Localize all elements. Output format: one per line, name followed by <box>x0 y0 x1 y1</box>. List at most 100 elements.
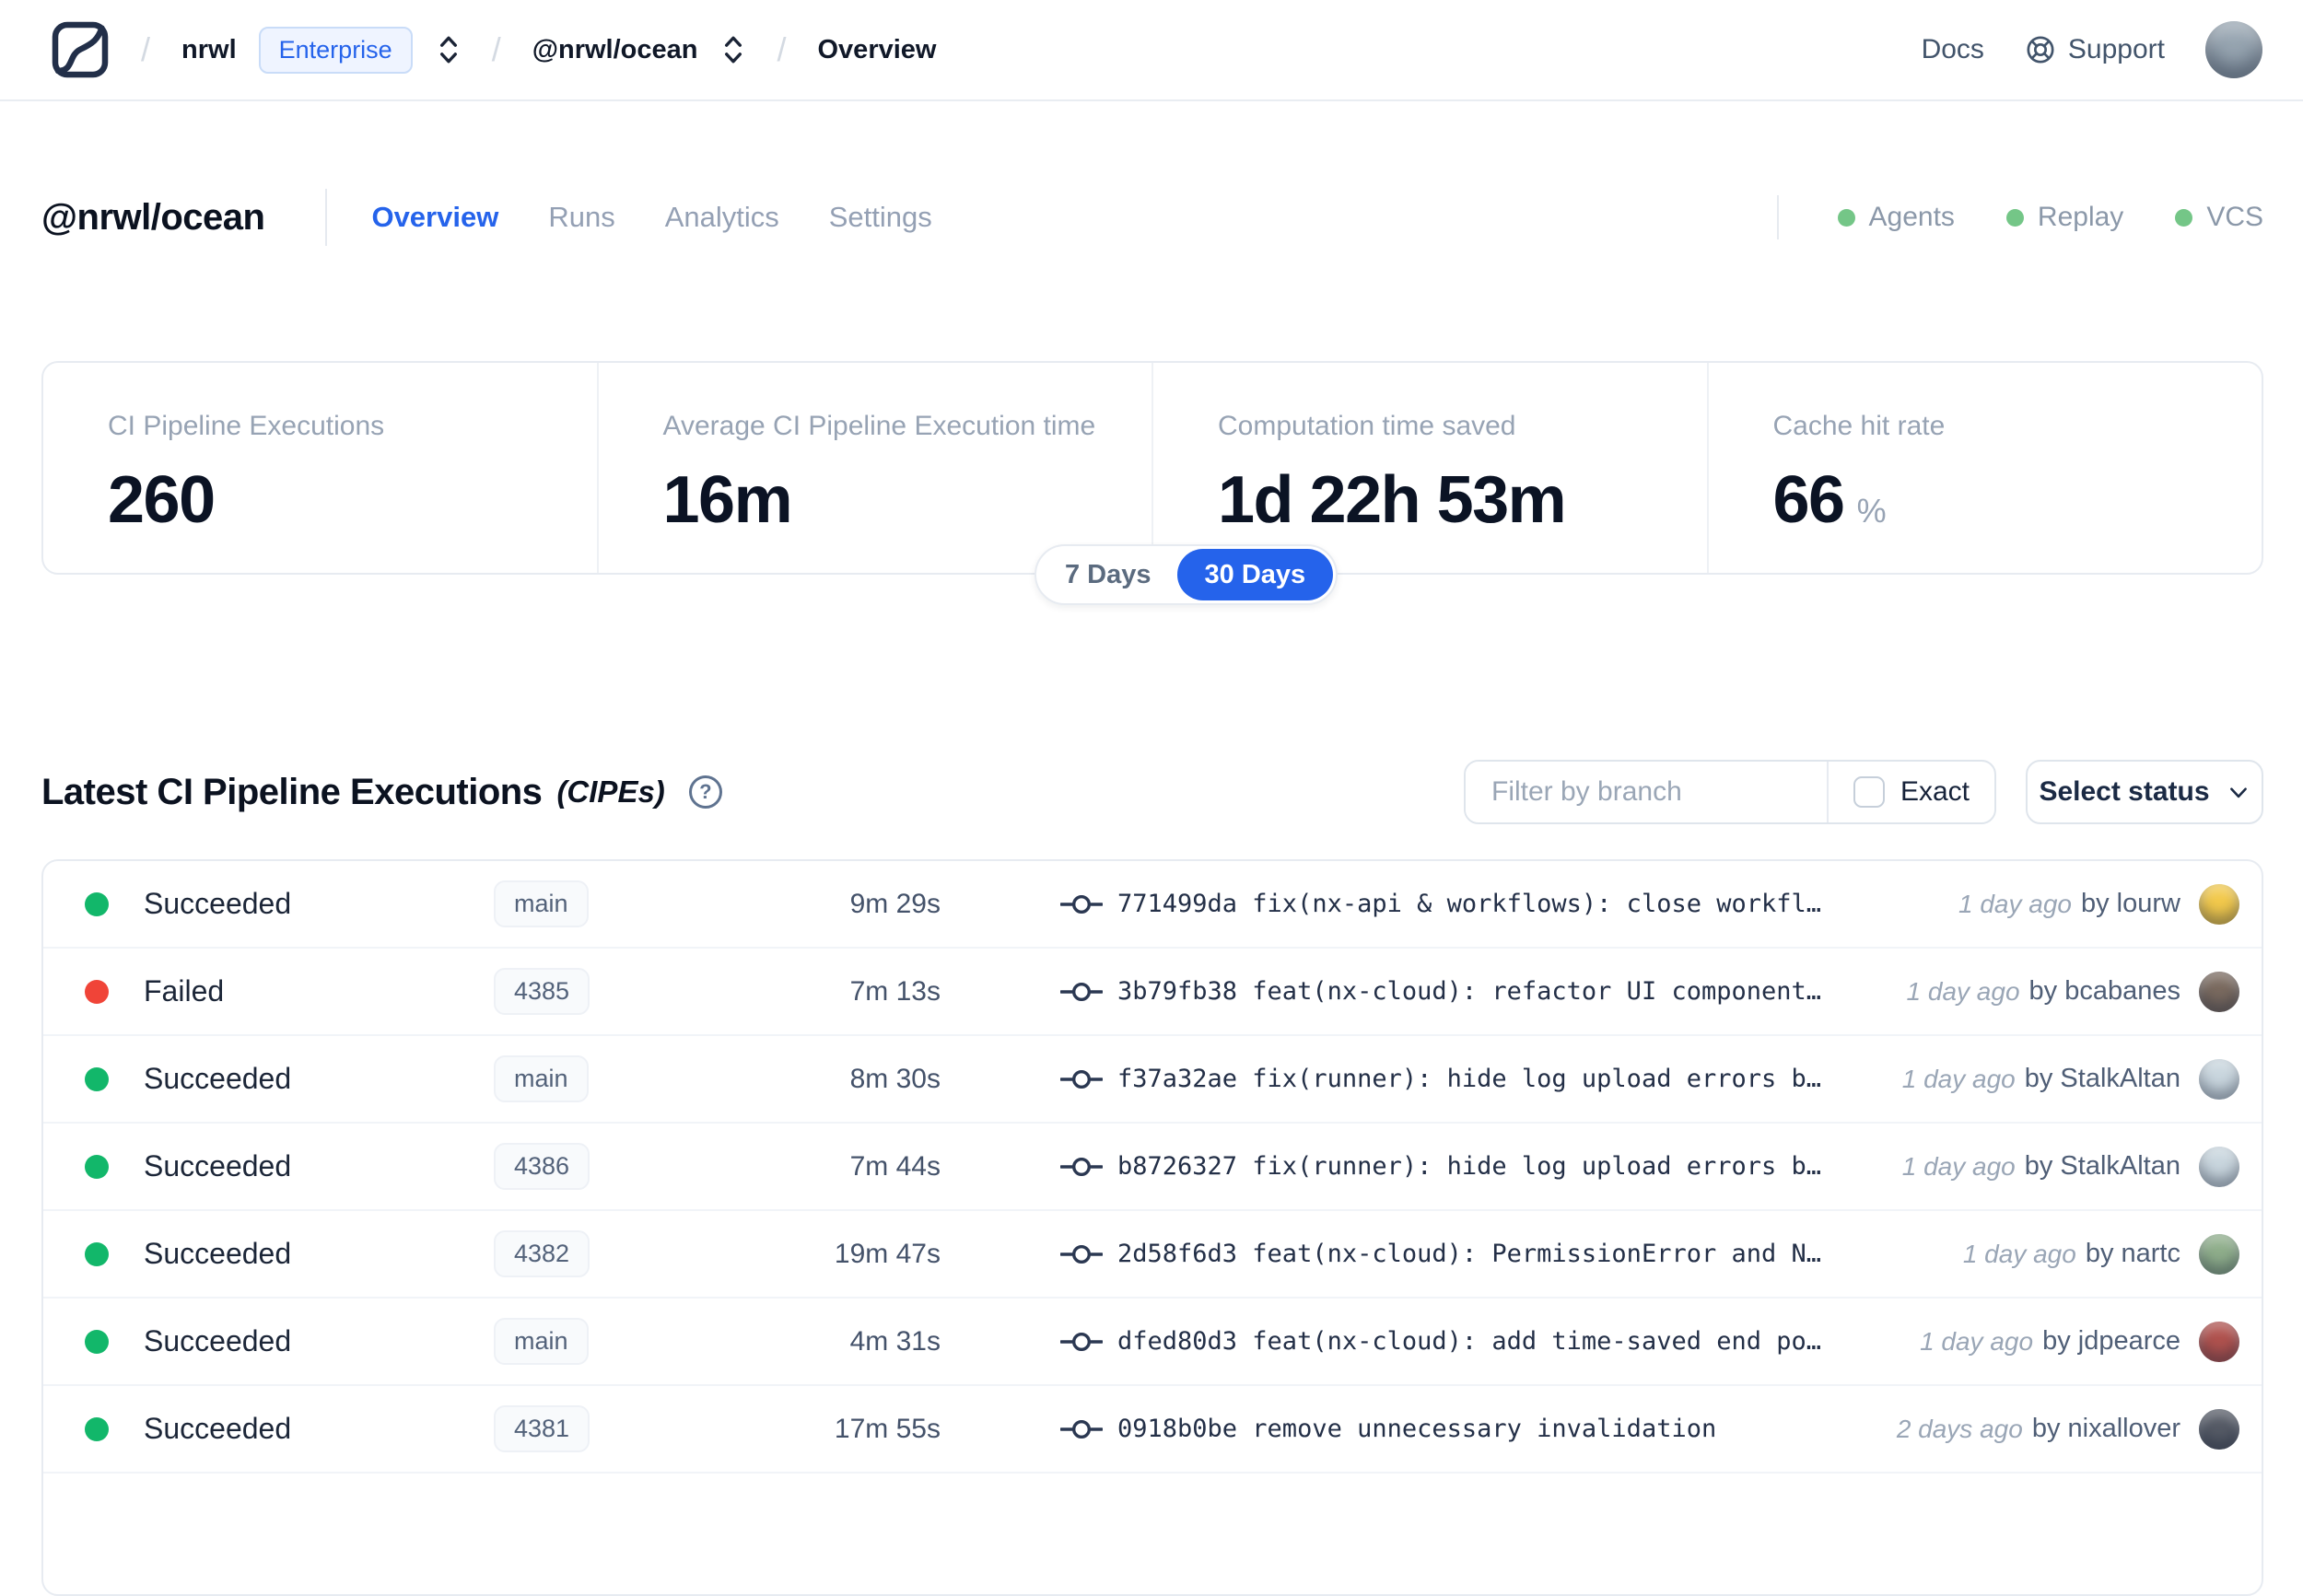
time-ago-label: 1 day ago <box>1920 1326 2034 1356</box>
breadcrumb: / nrwl Enterprise / @nrwl/ocean / Overvi… <box>51 20 936 79</box>
nx-cloud-logo-icon[interactable] <box>51 20 110 79</box>
indicator-label: Replay <box>2037 202 2124 232</box>
commit-text: b8726327 fix(runner): hide log upload er… <box>1117 1152 1822 1181</box>
git-commit-icon <box>1060 1155 1103 1179</box>
duration-label: 19m 47s <box>834 1238 941 1269</box>
cipe-table: Succeeded main 9m 29s 771499da fix(nx-api &… <box>41 859 2263 1596</box>
breadcrumb-separator: / <box>777 30 787 68</box>
tab-analytics[interactable]: Analytics <box>665 201 779 234</box>
status-dot-icon <box>2005 208 2024 227</box>
tab-settings[interactable]: Settings <box>829 201 932 234</box>
docs-link[interactable]: Docs <box>1922 34 1984 65</box>
stat-card-value: 66 <box>1772 463 1846 537</box>
author-avatar <box>2199 1058 2239 1100</box>
support-label: Support <box>2067 34 2165 64</box>
breadcrumb-org[interactable]: nrwl <box>181 35 237 65</box>
indicators-divider <box>1776 195 1779 239</box>
author-avatar <box>2199 1321 2239 1362</box>
range-option-7-days[interactable]: 7 Days <box>1039 560 1177 590</box>
breadcrumb-page[interactable]: Overview <box>818 35 937 65</box>
exact-toggle[interactable]: Exact <box>1826 762 1994 822</box>
git-commit-icon <box>1060 980 1103 1004</box>
org-switcher-icon[interactable] <box>437 34 461 65</box>
author-avatar <box>2199 1408 2239 1450</box>
branch-badge: main <box>494 880 589 927</box>
status-label: Succeeded <box>144 1062 292 1095</box>
author-label: by jdpearce <box>2042 1326 2180 1356</box>
tab-runs[interactable]: Runs <box>548 201 614 234</box>
table-row[interactable]: Succeeded 4381 17m 55s 0918b0be remove unne… <box>43 1386 2262 1474</box>
table-row[interactable]: Succeeded main 9m 29s 771499da fix(nx-api &… <box>43 861 2262 949</box>
time-ago-label: 1 day ago <box>1958 889 2072 918</box>
duration-label: 7m 13s <box>849 975 941 1007</box>
user-avatar[interactable] <box>2205 21 2262 78</box>
stat-card-value: 260 <box>108 463 216 537</box>
exact-checkbox[interactable] <box>1853 776 1885 808</box>
status-select-label: Select status <box>2039 776 2210 807</box>
succeeded-status-dot-icon <box>85 1241 109 1266</box>
help-icon[interactable]: ? <box>688 775 722 809</box>
section-title: Latest CI Pipeline Executions <box>41 771 543 812</box>
table-row[interactable]: Succeeded main 4m 31s dfed80d3 feat(nx-clou… <box>43 1299 2262 1386</box>
time-ago-label: 1 day ago <box>1901 1151 2016 1181</box>
git-commit-icon <box>1060 1067 1103 1091</box>
stat-card: Average CI Pipeline Execution time 16m <box>596 363 1152 573</box>
succeeded-status-dot-icon <box>85 1154 109 1179</box>
enterprise-badge[interactable]: Enterprise <box>258 26 413 74</box>
time-ago-label: 1 day ago <box>1906 976 2020 1006</box>
indicator-vcs[interactable]: VCS <box>2175 202 2263 233</box>
stat-card-label: CI Pipeline Executions <box>108 411 385 441</box>
author-label: by StalkAltan <box>2024 1064 2180 1093</box>
branch-badge: 4386 <box>494 1143 590 1190</box>
duration-label: 8m 30s <box>849 1063 941 1094</box>
author-avatar <box>2199 971 2239 1012</box>
table-row[interactable]: Succeeded 4386 7m 44s b8726327 fix(runner):… <box>43 1124 2262 1211</box>
branch-badge: 4385 <box>494 968 590 1015</box>
table-row[interactable]: Failed 4385 7m 13s 3b79fb38 feat(nx-cloud):… <box>43 949 2262 1036</box>
table-row[interactable]: Succeeded main 8m 30s f37a32ae fix(runner):… <box>43 1036 2262 1124</box>
duration-label: 17m 55s <box>834 1413 941 1444</box>
stat-card: Computation time saved 1d 22h 53m <box>1152 363 1707 573</box>
status-select[interactable]: Select status <box>2026 760 2263 824</box>
top-nav: / nrwl Enterprise / @nrwl/ocean / Overvi… <box>0 0 2303 101</box>
branch-filter-group: Exact <box>1464 760 1996 824</box>
range-option-30-days[interactable]: 30 Days <box>1176 549 1334 600</box>
tab-overview[interactable]: Overview <box>371 201 498 234</box>
author-avatar <box>2199 1146 2239 1187</box>
status-label: Failed <box>144 974 225 1008</box>
commit-text: 3b79fb38 feat(nx-cloud): refactor UI com… <box>1117 977 1822 1006</box>
breadcrumb-separator: / <box>141 30 151 68</box>
lifebuoy-icon <box>2027 36 2054 64</box>
branch-badge: 4381 <box>494 1405 590 1452</box>
succeeded-status-dot-icon <box>85 1416 109 1441</box>
header-divider <box>325 189 328 246</box>
table-row[interactable]: Succeeded 4382 19m 47s 2d58f6d3 feat(nx-clo… <box>43 1211 2262 1299</box>
stat-card-label: Computation time saved <box>1218 411 1516 441</box>
indicator-replay[interactable]: Replay <box>2005 202 2124 233</box>
tabs: Overview Runs Analytics Settings <box>371 201 931 234</box>
workspace-header: @nrwl/ocean Overview Runs Analytics Setting… <box>41 181 2263 254</box>
indicator-agents[interactable]: Agents <box>1837 202 1955 233</box>
stat-card: CI Pipeline Executions 260 <box>43 363 597 573</box>
support-link[interactable]: Support <box>2025 34 2165 65</box>
status-label: Succeeded <box>144 1149 292 1182</box>
status-dot-icon <box>2175 208 2193 227</box>
succeeded-status-dot-icon <box>85 1066 109 1091</box>
branch-filter-input[interactable] <box>1466 762 1827 822</box>
stat-card-label: Cache hit rate <box>1772 411 1946 441</box>
author-label: by bcabanes <box>2028 976 2180 1006</box>
commit-text: f37a32ae fix(runner): hide log upload er… <box>1117 1065 1822 1093</box>
setup-indicators: Agents Replay VCS <box>1776 195 2263 239</box>
succeeded-status-dot-icon <box>85 1329 109 1354</box>
author-label: by StalkAltan <box>2024 1151 2180 1181</box>
stat-card-value: 16m <box>662 463 793 537</box>
duration-label: 9m 29s <box>849 888 941 919</box>
succeeded-status-dot-icon <box>85 891 109 916</box>
author-label: by nartc <box>2085 1239 2180 1268</box>
section-title-suffix: (CIPEs) <box>556 775 665 809</box>
workspace-switcher-icon[interactable] <box>721 34 745 65</box>
breadcrumb-workspace[interactable]: @nrwl/ocean <box>532 35 698 65</box>
status-label: Succeeded <box>144 1237 292 1270</box>
time-ago-label: 2 days ago <box>1896 1414 2023 1443</box>
status-label: Succeeded <box>144 887 292 920</box>
